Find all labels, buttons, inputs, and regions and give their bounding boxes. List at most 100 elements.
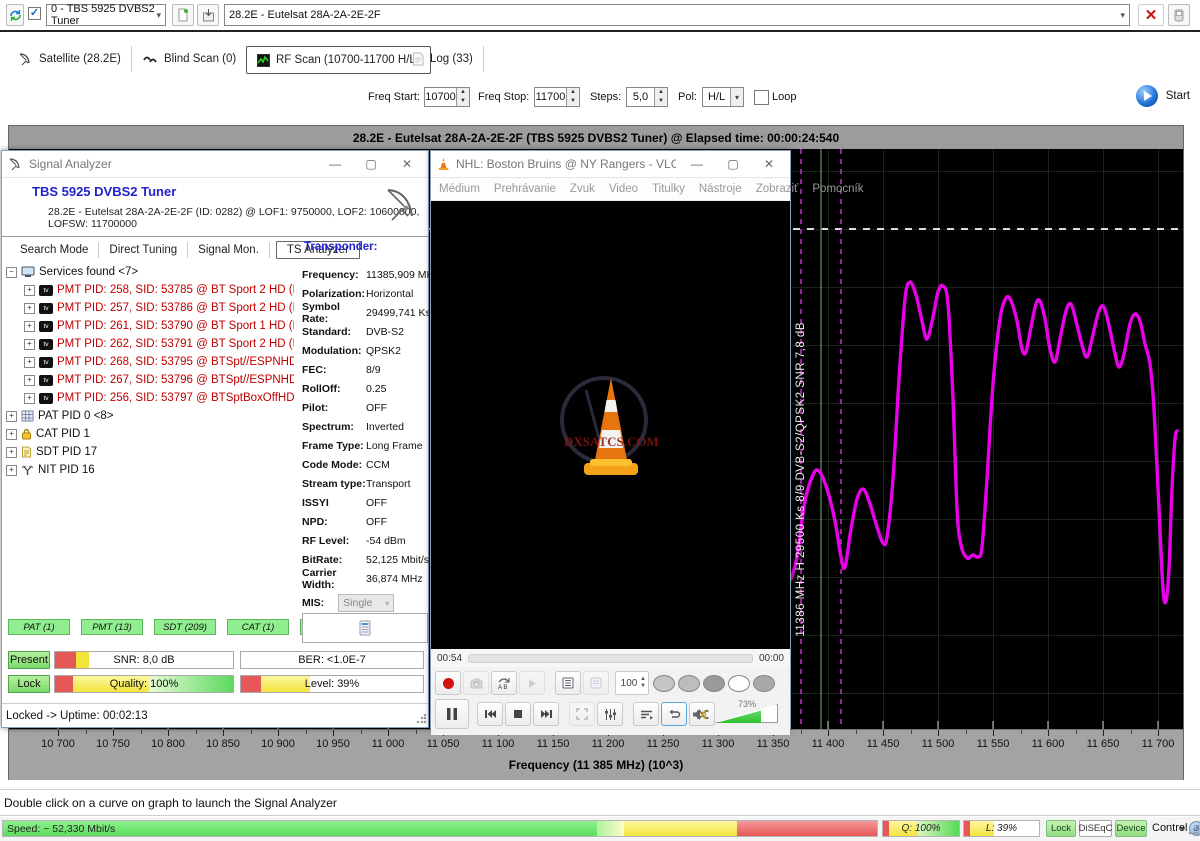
tab-signal-mon[interactable]: Signal Mon.: [188, 242, 270, 258]
tree-service-item[interactable]: + tv PMT PID: 258, SID: 53785 @ BT Sport…: [24, 281, 294, 299]
pause-button[interactable]: [435, 699, 469, 729]
toggle-button-2[interactable]: [678, 675, 700, 692]
next-icon: [540, 709, 553, 719]
vlc-menu-7[interactable]: Pomocník: [812, 183, 863, 195]
spinner-arrows[interactable]: ▲▼: [566, 88, 579, 106]
toggle-button-4[interactable]: [728, 675, 750, 692]
vlc-menu-5[interactable]: Nástroje: [699, 183, 742, 195]
volume-control[interactable]: 73%: [692, 699, 778, 725]
vlc-titlebar[interactable]: NHL: Boston Bruins @ NY Rangers - VLC me…: [431, 151, 790, 178]
signal-analyzer-titlebar[interactable]: Signal Analyzer — ▢ ✕: [2, 151, 428, 178]
x-axis-tick-label: 10 950: [316, 738, 350, 750]
tree-service-item[interactable]: + tv PMT PID: 256, SID: 53797 @ BTSptBox…: [24, 389, 294, 407]
maximize-button[interactable]: ▢: [356, 154, 386, 174]
toggle-button-3[interactable]: [703, 675, 725, 692]
close-button[interactable]: ✕: [754, 154, 784, 174]
tab-blind-scan[interactable]: Blind Scan (0): [133, 46, 247, 72]
maximize-button[interactable]: ▢: [718, 154, 748, 174]
freq-start-input[interactable]: 10700▲▼: [424, 87, 470, 107]
expand-icon[interactable]: +: [6, 429, 17, 440]
tree-service-item[interactable]: + tv PMT PID: 262, SID: 53791 @ BT Sport…: [24, 335, 294, 353]
device-enable-checkbox[interactable]: ✓: [28, 7, 41, 20]
device-button[interactable]: Device: [1115, 820, 1147, 837]
tree-service-item[interactable]: + tv PMT PID: 267, SID: 53796 @ BTSpt//E…: [24, 371, 294, 389]
tree-item-sdt[interactable]: + SDT PID 17: [6, 443, 294, 461]
vlc-menu-4[interactable]: Titulky: [652, 183, 685, 195]
snapshot-button[interactable]: [463, 671, 489, 695]
frame-by-frame-button[interactable]: [519, 671, 545, 695]
pol-select[interactable]: H/L▾: [702, 87, 744, 107]
diseqc-button[interactable]: DiSEqC: [1079, 820, 1112, 837]
lock-button[interactable]: Lock: [1046, 820, 1076, 837]
spinner-arrows[interactable]: ▲▼: [654, 88, 667, 106]
window-mode-button[interactable]: [1168, 4, 1190, 26]
expand-icon[interactable]: +: [6, 447, 17, 458]
stop-button[interactable]: [505, 702, 531, 726]
refresh-devices-button[interactable]: [6, 4, 24, 26]
vlc-menu-1[interactable]: Prehrávanie: [494, 183, 556, 195]
expand-icon[interactable]: +: [24, 357, 35, 368]
minimize-button[interactable]: —: [682, 154, 712, 174]
start-scan-button[interactable]: Start: [1136, 85, 1190, 107]
ab-loop-button[interactable]: A B: [491, 671, 517, 695]
tree-service-item[interactable]: + tv PMT PID: 257, SID: 53786 @ BT Sport…: [24, 299, 294, 317]
minimize-button[interactable]: —: [320, 154, 350, 174]
spinner-arrows[interactable]: ▲▼: [456, 88, 469, 106]
x-axis-tick: [1103, 730, 1104, 736]
expand-icon[interactable]: +: [24, 303, 35, 314]
tree-service-item[interactable]: + tv PMT PID: 268, SID: 53795 @ BTSpt//E…: [24, 353, 294, 371]
tab-direct-tuning[interactable]: Direct Tuning: [99, 242, 188, 258]
close-app-button[interactable]: ✕: [1138, 4, 1164, 26]
tree-service-item[interactable]: + tv PMT PID: 261, SID: 53790 @ BT Sport…: [24, 317, 294, 335]
x-axis-tick: [883, 730, 884, 736]
vlc-menu-0[interactable]: Médium: [439, 183, 480, 195]
mis-value: Single: [343, 597, 372, 609]
expand-icon[interactable]: +: [6, 411, 17, 422]
fullscreen-button[interactable]: [569, 702, 595, 726]
tab-satellite[interactable]: Satellite (28.2E): [8, 46, 132, 72]
collapse-icon[interactable]: −: [6, 267, 17, 278]
expand-icon[interactable]: +: [6, 465, 17, 476]
mis-select[interactable]: Single▾: [338, 594, 394, 612]
vlc-video-area[interactable]: DXSATCS.COM: [431, 201, 790, 649]
previous-button[interactable]: [477, 702, 503, 726]
spinner-arrows[interactable]: ▲▼: [640, 676, 646, 690]
tab-log[interactable]: Log (33): [402, 46, 484, 72]
seek-slider[interactable]: [468, 654, 753, 663]
expand-icon[interactable]: +: [24, 285, 35, 296]
record-button[interactable]: [435, 671, 461, 695]
resize-grip[interactable]: [1188, 825, 1198, 835]
speed-spinner[interactable]: 100 ▲▼: [615, 671, 649, 695]
resize-grip[interactable]: [416, 714, 426, 724]
toggle-button-5[interactable]: [753, 675, 775, 692]
loop-checkbox[interactable]: [754, 90, 769, 105]
equalizer-button[interactable]: [597, 702, 623, 726]
media-library-button[interactable]: [583, 671, 609, 695]
tree-item-cat[interactable]: + CAT PID 1: [6, 425, 294, 443]
tree-item-nit[interactable]: + NIT PID 16: [6, 461, 294, 479]
edit-satellite-button[interactable]: [172, 4, 194, 26]
expand-icon[interactable]: +: [24, 321, 35, 332]
expand-icon[interactable]: +: [24, 339, 35, 350]
freq-stop-input[interactable]: 11700▲▼: [534, 87, 580, 107]
tree-item-pat[interactable]: + PAT PID 0 <8>: [6, 407, 294, 425]
steps-input[interactable]: 5,0▲▼: [626, 87, 668, 107]
extended-settings-button[interactable]: [633, 702, 659, 726]
close-button[interactable]: ✕: [392, 154, 422, 174]
vlc-menu-6[interactable]: Zobraziť: [756, 183, 799, 195]
expand-icon[interactable]: +: [24, 393, 35, 404]
control-dropdown-arrow[interactable]: ▾: [1180, 824, 1184, 833]
toggle-button-1[interactable]: [653, 675, 675, 692]
playlist-button[interactable]: [555, 671, 581, 695]
next-button[interactable]: [533, 702, 559, 726]
tree-root-services[interactable]: − Services found <7>: [6, 263, 294, 281]
vlc-menu-3[interactable]: Video: [609, 183, 638, 195]
device-select[interactable]: 0 - TBS 5925 DVBS2 Tuner▾: [46, 4, 166, 26]
loop-button[interactable]: [661, 702, 687, 726]
tab-search-mode[interactable]: Search Mode: [10, 242, 99, 258]
vlc-menu-2[interactable]: Zvuk: [570, 183, 595, 195]
pid-list-box[interactable]: [302, 613, 428, 643]
expand-icon[interactable]: +: [24, 375, 35, 386]
satellite-select[interactable]: 28.2E - Eutelsat 28A-2A-2E-2F▾: [224, 4, 1130, 26]
import-satellite-button[interactable]: [197, 4, 219, 26]
